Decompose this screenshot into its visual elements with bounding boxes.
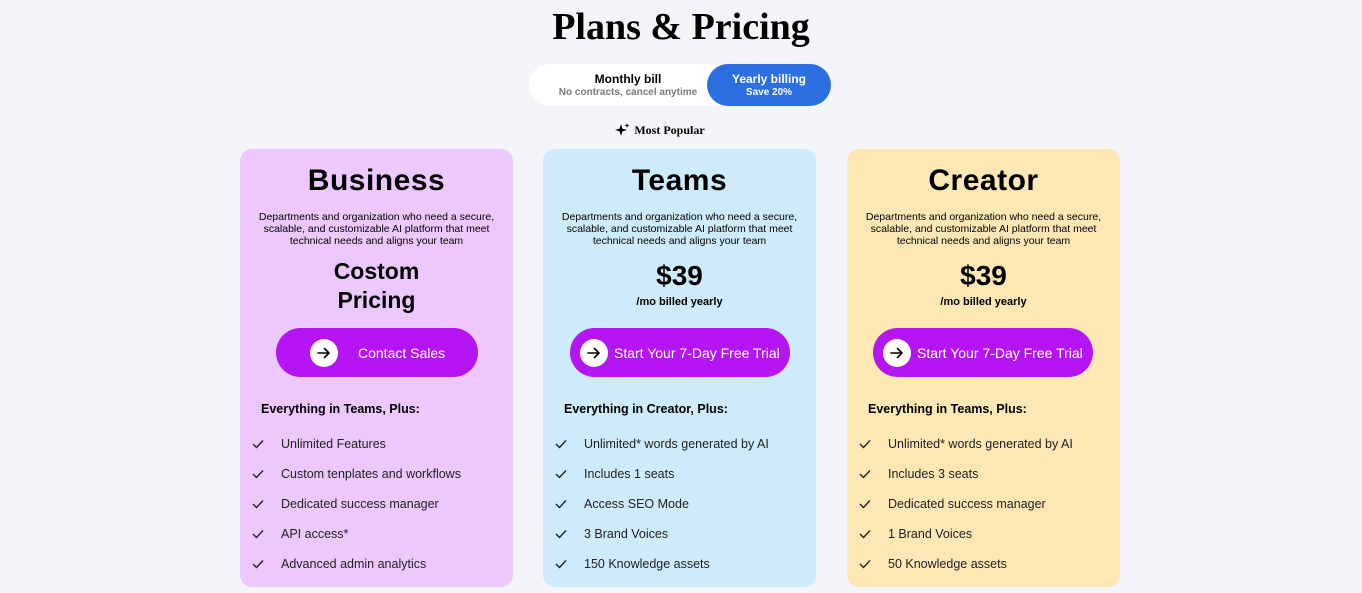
feature-label: Includes 3 seats bbox=[888, 467, 979, 481]
features-heading: Everything in Teams, Plus: bbox=[261, 402, 420, 416]
feature-label: Dedicated success manager bbox=[888, 497, 1046, 511]
yearly-billing-label: Yearly billing bbox=[731, 71, 807, 86]
feature-label: 150 Knowledge assets bbox=[584, 557, 710, 571]
plan-price-note: /mo billed yearly bbox=[940, 296, 1027, 308]
feature-label: Dedicated success manager bbox=[281, 497, 439, 511]
feature-item: 3 Brand Voices bbox=[555, 519, 769, 549]
start-free-trial-button[interactable]: Start Your 7-Day Free Trial bbox=[570, 328, 790, 377]
cta-label: Start Your 7-Day Free Trial bbox=[614, 344, 780, 361]
arrow-right-icon bbox=[883, 338, 911, 367]
feature-item: 1 Brand Voices bbox=[859, 519, 1073, 549]
plan-price: $39 bbox=[960, 260, 1007, 291]
check-icon bbox=[859, 529, 888, 539]
feature-item: 50 Knowledge assets bbox=[859, 549, 1073, 579]
monthly-billing-sublabel: No contracts, cancel anytime bbox=[558, 86, 698, 98]
feature-item: Access SEO Mode bbox=[555, 489, 769, 519]
feature-label: Custom tenplates and workflows bbox=[281, 467, 461, 481]
plan-card-business: Business Departments and organization wh… bbox=[240, 149, 513, 587]
feature-label: Advanced admin analytics bbox=[281, 557, 427, 571]
yearly-billing-option[interactable]: Yearly billing Save 20% bbox=[707, 64, 831, 106]
monthly-billing-label: Monthly bill bbox=[594, 71, 662, 86]
features-heading: Everything in Creator, Plus: bbox=[564, 402, 728, 416]
plan-description: Departments and organization who need a … bbox=[258, 211, 495, 247]
plan-card-teams: Teams Departments and organization who n… bbox=[543, 149, 816, 587]
arrow-right-icon bbox=[310, 338, 338, 367]
feature-item: Advanced admin analytics bbox=[252, 549, 461, 579]
feature-item: Unlimited* words generated by AI bbox=[555, 429, 769, 459]
feature-label: 1 Brand Voices bbox=[888, 527, 973, 541]
feature-list: Unlimited* words generated by AI Include… bbox=[555, 429, 769, 579]
feature-label: Access SEO Mode bbox=[584, 497, 689, 511]
features-heading: Everything in Teams, Plus: bbox=[868, 402, 1027, 416]
check-icon bbox=[555, 529, 584, 539]
sparkles-icon bbox=[615, 123, 630, 136]
plan-price: Costom Pricing bbox=[240, 257, 513, 315]
plan-description: Departments and organization who need a … bbox=[865, 211, 1102, 247]
feature-item: API access* bbox=[252, 519, 461, 549]
billing-toggle: Monthly bill No contracts, cancel anytim… bbox=[529, 64, 831, 106]
cta-label: Start Your 7-Day Free Trial bbox=[917, 344, 1083, 361]
check-icon bbox=[555, 469, 584, 479]
feature-list: Unlimited* words generated by AI Include… bbox=[859, 429, 1073, 579]
plan-price-note: /mo billed yearly bbox=[636, 296, 723, 308]
plan-description: Departments and organization who need a … bbox=[561, 211, 798, 247]
check-icon bbox=[859, 499, 888, 509]
feature-list: Unlimited Features Custom tenplates and … bbox=[252, 429, 461, 579]
check-icon bbox=[555, 499, 584, 509]
contact-sales-button[interactable]: Contact Sales bbox=[276, 328, 478, 377]
page-title: Plans & Pricing bbox=[552, 6, 810, 48]
feature-item: Unlimited Features bbox=[252, 429, 461, 459]
plan-card-creator: Creator Departments and organization who… bbox=[847, 149, 1120, 587]
feature-item: Dedicated success manager bbox=[252, 489, 461, 519]
feature-label: Includes 1 seats bbox=[584, 467, 675, 481]
monthly-billing-option[interactable]: Monthly bill No contracts, cancel anytim… bbox=[529, 64, 727, 106]
plan-price: $39 bbox=[656, 260, 703, 291]
check-icon bbox=[555, 559, 584, 569]
feature-item: Dedicated success manager bbox=[859, 489, 1073, 519]
feature-label: 3 Brand Voices bbox=[584, 527, 669, 541]
plan-price-line: Pricing bbox=[337, 287, 416, 313]
feature-item: Includes 3 seats bbox=[859, 459, 1073, 489]
feature-label: API access* bbox=[281, 527, 349, 541]
plan-name: Creator bbox=[928, 164, 1039, 197]
check-icon bbox=[252, 499, 281, 509]
feature-item: Custom tenplates and workflows bbox=[252, 459, 461, 489]
plan-name: Teams bbox=[631, 164, 728, 197]
check-icon bbox=[252, 439, 281, 449]
check-icon bbox=[252, 469, 281, 479]
feature-label: Unlimited* words generated by AI bbox=[584, 437, 769, 451]
plan-price-line: Costom bbox=[333, 258, 420, 284]
feature-label: 50 Knowledge assets bbox=[888, 557, 1007, 571]
arrow-right-icon bbox=[580, 338, 608, 367]
most-popular-badge: Most Popular bbox=[0, 122, 1320, 138]
feature-item: Unlimited* words generated by AI bbox=[859, 429, 1073, 459]
plan-name: Business bbox=[307, 164, 446, 197]
feature-item: 150 Knowledge assets bbox=[555, 549, 769, 579]
check-icon bbox=[555, 439, 584, 449]
most-popular-label: Most Popular bbox=[634, 123, 705, 137]
feature-label: Unlimited Features bbox=[281, 437, 386, 451]
check-icon bbox=[252, 559, 281, 569]
feature-item: Includes 1 seats bbox=[555, 459, 769, 489]
check-icon bbox=[859, 469, 888, 479]
check-icon bbox=[859, 559, 888, 569]
check-icon bbox=[859, 439, 888, 449]
check-icon bbox=[252, 529, 281, 539]
feature-label: Unlimited* words generated by AI bbox=[888, 437, 1073, 451]
yearly-billing-sublabel: Save 20% bbox=[745, 86, 793, 98]
cta-label: Contact Sales bbox=[358, 344, 446, 361]
start-free-trial-button[interactable]: Start Your 7-Day Free Trial bbox=[873, 328, 1093, 377]
